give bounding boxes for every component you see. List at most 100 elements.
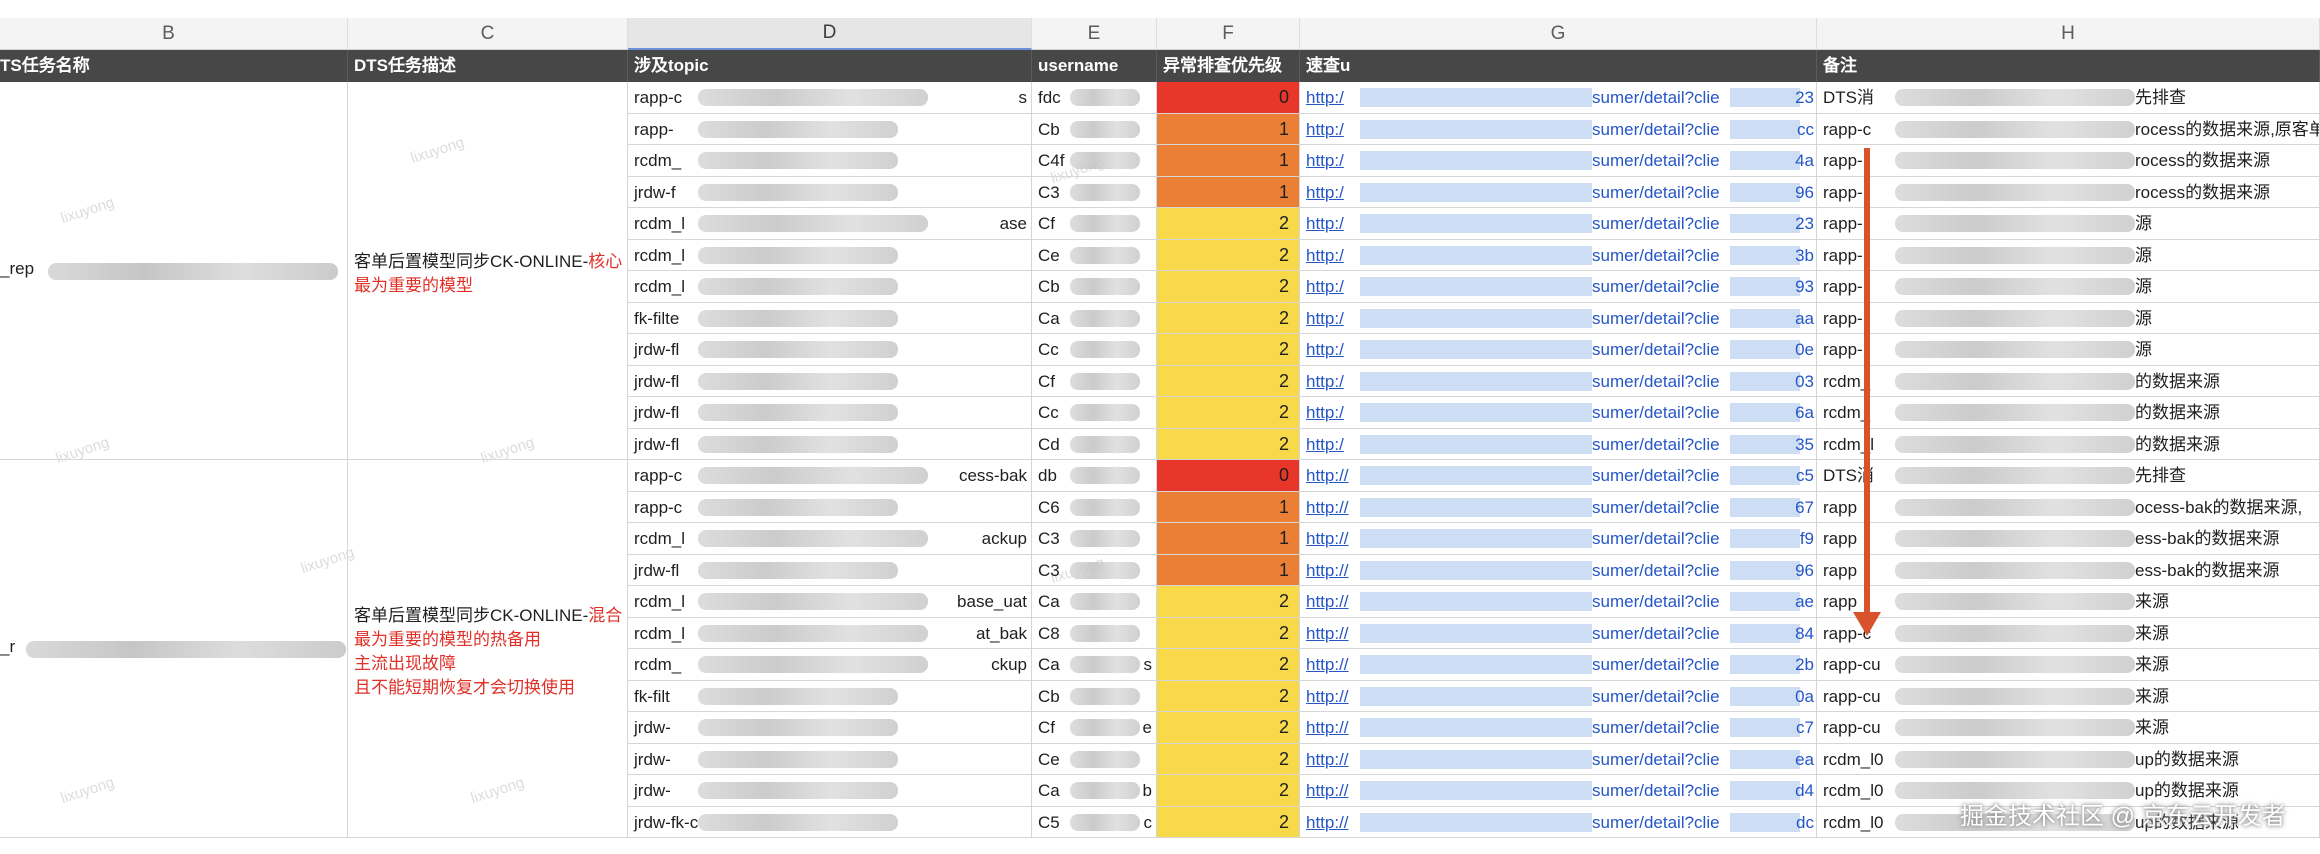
priority-cell[interactable]: 2 bbox=[1157, 365, 1300, 397]
topic-cell[interactable]: rcdm_ bbox=[628, 145, 1032, 177]
note-cell[interactable]: DTS消 先排查 bbox=[1817, 82, 2320, 114]
quick-link-cell[interactable]: http:// sumer/detail?clie 0a bbox=[1300, 680, 1817, 712]
username-cell[interactable]: C3 bbox=[1032, 523, 1157, 555]
priority-cell[interactable]: 2 bbox=[1157, 712, 1300, 744]
username-cell[interactable]: Cf bbox=[1032, 365, 1157, 397]
username-cell[interactable]: C8 bbox=[1032, 617, 1157, 649]
note-cell[interactable]: rapp-rocess的数据来源 bbox=[1817, 145, 2320, 177]
quick-link-cell[interactable]: http:/ sumer/detail?clie 6a bbox=[1300, 397, 1817, 429]
quick-link-cell[interactable]: http:/ sumer/detail?clie 3b bbox=[1300, 239, 1817, 271]
priority-cell[interactable]: 1 bbox=[1157, 554, 1300, 586]
username-cell[interactable]: Cc bbox=[1032, 334, 1157, 366]
priority-cell[interactable]: 2 bbox=[1157, 617, 1300, 649]
task-desc-cell[interactable]: 客单后置模型同步CK-ONLINE-混合 最为重要的模型的热备用 主流出现故障 且不能… bbox=[348, 460, 628, 838]
username-cell[interactable]: Ca b bbox=[1032, 775, 1157, 807]
column-header-d[interactable]: D bbox=[628, 18, 1032, 50]
note-cell[interactable]: rcdm_l0 up的数据来源 bbox=[1817, 743, 2320, 775]
quick-link-cell[interactable]: http:/ sumer/detail?clie 35 bbox=[1300, 428, 1817, 460]
header-cell-5[interactable]: 速查u bbox=[1300, 50, 1817, 82]
task-desc-cell[interactable]: 客单后置模型同步CK-ONLINE-核心 最为重要的模型 bbox=[348, 82, 628, 460]
note-cell[interactable]: rcdm_l 的数据来源 bbox=[1817, 428, 2320, 460]
topic-cell[interactable]: jrdw-fl bbox=[628, 554, 1032, 586]
priority-cell[interactable]: 2 bbox=[1157, 302, 1300, 334]
username-cell[interactable]: Ca bbox=[1032, 586, 1157, 618]
priority-cell[interactable]: 2 bbox=[1157, 428, 1300, 460]
header-cell-3[interactable]: username bbox=[1032, 50, 1157, 82]
topic-cell[interactable]: jrdw-fl bbox=[628, 365, 1032, 397]
topic-cell[interactable]: jrdw-f bbox=[628, 176, 1032, 208]
column-header-h[interactable]: H bbox=[1817, 18, 2320, 50]
note-cell[interactable]: DTS消 先排查 bbox=[1817, 460, 2320, 492]
quick-link-cell[interactable]: http:/ sumer/detail?clie 23 bbox=[1300, 82, 1817, 114]
task-name-cell[interactable]: _rep bbox=[0, 82, 348, 460]
note-cell[interactable]: rcdm_ 的数据来源 bbox=[1817, 365, 2320, 397]
priority-cell[interactable]: 1 bbox=[1157, 523, 1300, 555]
topic-cell[interactable]: rcdm_l at_bak bbox=[628, 617, 1032, 649]
username-cell[interactable]: Cb bbox=[1032, 113, 1157, 145]
note-cell[interactable]: rcdm_ 的数据来源 bbox=[1817, 397, 2320, 429]
priority-cell[interactable]: 2 bbox=[1157, 743, 1300, 775]
note-cell[interactable]: rapp- 源 bbox=[1817, 334, 2320, 366]
topic-cell[interactable]: jrdw-fl bbox=[628, 397, 1032, 429]
priority-cell[interactable]: 1 bbox=[1157, 491, 1300, 523]
quick-link-cell[interactable]: http:// sumer/detail?clie d4 bbox=[1300, 775, 1817, 807]
note-cell[interactable]: rapp-cu 来源 bbox=[1817, 649, 2320, 681]
username-cell[interactable]: Cf e bbox=[1032, 712, 1157, 744]
priority-cell[interactable]: 1 bbox=[1157, 176, 1300, 208]
username-cell[interactable]: Cb bbox=[1032, 680, 1157, 712]
column-header-b[interactable]: B bbox=[0, 18, 348, 50]
topic-cell[interactable]: rcdm_l ase bbox=[628, 208, 1032, 240]
note-cell[interactable]: rapp-c rocess的数据来源,原客单 bbox=[1817, 113, 2320, 145]
header-cell-4[interactable]: 异常排查优先级 bbox=[1157, 50, 1300, 82]
topic-cell[interactable]: jrdw- bbox=[628, 743, 1032, 775]
priority-cell[interactable]: 2 bbox=[1157, 806, 1300, 838]
note-cell[interactable]: rapp-cu 来源 bbox=[1817, 712, 2320, 744]
note-cell[interactable]: rapp ess-bak的数据来源 bbox=[1817, 523, 2320, 555]
priority-cell[interactable]: 0 bbox=[1157, 460, 1300, 492]
note-cell[interactable]: rapp 来源 bbox=[1817, 586, 2320, 618]
note-cell[interactable]: rapp- 源 bbox=[1817, 239, 2320, 271]
username-cell[interactable]: Cb bbox=[1032, 271, 1157, 303]
username-cell[interactable]: Ca s bbox=[1032, 649, 1157, 681]
username-cell[interactable]: C5 c bbox=[1032, 806, 1157, 838]
username-cell[interactable]: Cc bbox=[1032, 397, 1157, 429]
quick-link-cell[interactable]: http:/ sumer/detail?clie 93 bbox=[1300, 271, 1817, 303]
quick-link-cell[interactable]: http:// sumer/detail?clie 2b bbox=[1300, 649, 1817, 681]
topic-cell[interactable]: rcdm_l ackup bbox=[628, 523, 1032, 555]
column-header-f[interactable]: F bbox=[1157, 18, 1300, 50]
quick-link-cell[interactable]: http:// sumer/detail?clie 96 bbox=[1300, 554, 1817, 586]
topic-cell[interactable]: rapp-c cess-bak bbox=[628, 460, 1032, 492]
priority-cell[interactable]: 2 bbox=[1157, 239, 1300, 271]
priority-cell[interactable]: 0 bbox=[1157, 82, 1300, 114]
note-cell[interactable]: rapp-cu 来源 bbox=[1817, 680, 2320, 712]
column-header-e[interactable]: E bbox=[1032, 18, 1157, 50]
topic-cell[interactable]: jrdw-fl bbox=[628, 334, 1032, 366]
topic-cell[interactable]: rapp-c bbox=[628, 491, 1032, 523]
topic-cell[interactable]: jrdw- bbox=[628, 712, 1032, 744]
note-cell[interactable]: rapp ess-bak的数据来源 bbox=[1817, 554, 2320, 586]
quick-link-cell[interactable]: http:/ sumer/detail?clie 03 bbox=[1300, 365, 1817, 397]
priority-cell[interactable]: 2 bbox=[1157, 271, 1300, 303]
quick-link-cell[interactable]: http:/ sumer/detail?clie 96 bbox=[1300, 176, 1817, 208]
note-cell[interactable]: rapp-c 来源 bbox=[1817, 617, 2320, 649]
priority-cell[interactable]: 2 bbox=[1157, 586, 1300, 618]
username-cell[interactable]: C3 bbox=[1032, 554, 1157, 586]
username-cell[interactable]: Cf bbox=[1032, 208, 1157, 240]
topic-cell[interactable]: rapp- bbox=[628, 113, 1032, 145]
topic-cell[interactable]: rcdm_l bbox=[628, 239, 1032, 271]
note-cell[interactable]: rapp ocess-bak的数据来源, bbox=[1817, 491, 2320, 523]
note-cell[interactable]: rapp- 源 bbox=[1817, 302, 2320, 334]
priority-cell[interactable]: 2 bbox=[1157, 208, 1300, 240]
topic-cell[interactable]: rcdm_ ckup bbox=[628, 649, 1032, 681]
topic-cell[interactable]: rapp-c s bbox=[628, 82, 1032, 114]
quick-link-cell[interactable]: http:/ sumer/detail?clie cc bbox=[1300, 113, 1817, 145]
topic-cell[interactable]: rcdm_l bbox=[628, 271, 1032, 303]
quick-link-cell[interactable]: http:// sumer/detail?clie c7 bbox=[1300, 712, 1817, 744]
column-header-g[interactable]: G bbox=[1300, 18, 1817, 50]
note-cell[interactable]: rapp- 源 bbox=[1817, 208, 2320, 240]
header-cell-6[interactable]: 备注 bbox=[1817, 50, 2320, 82]
quick-link-cell[interactable]: http:// sumer/detail?clie dc bbox=[1300, 806, 1817, 838]
quick-link-cell[interactable]: http:/ sumer/detail?clie 23 bbox=[1300, 208, 1817, 240]
username-cell[interactable]: Ce bbox=[1032, 239, 1157, 271]
username-cell[interactable]: Cd bbox=[1032, 428, 1157, 460]
